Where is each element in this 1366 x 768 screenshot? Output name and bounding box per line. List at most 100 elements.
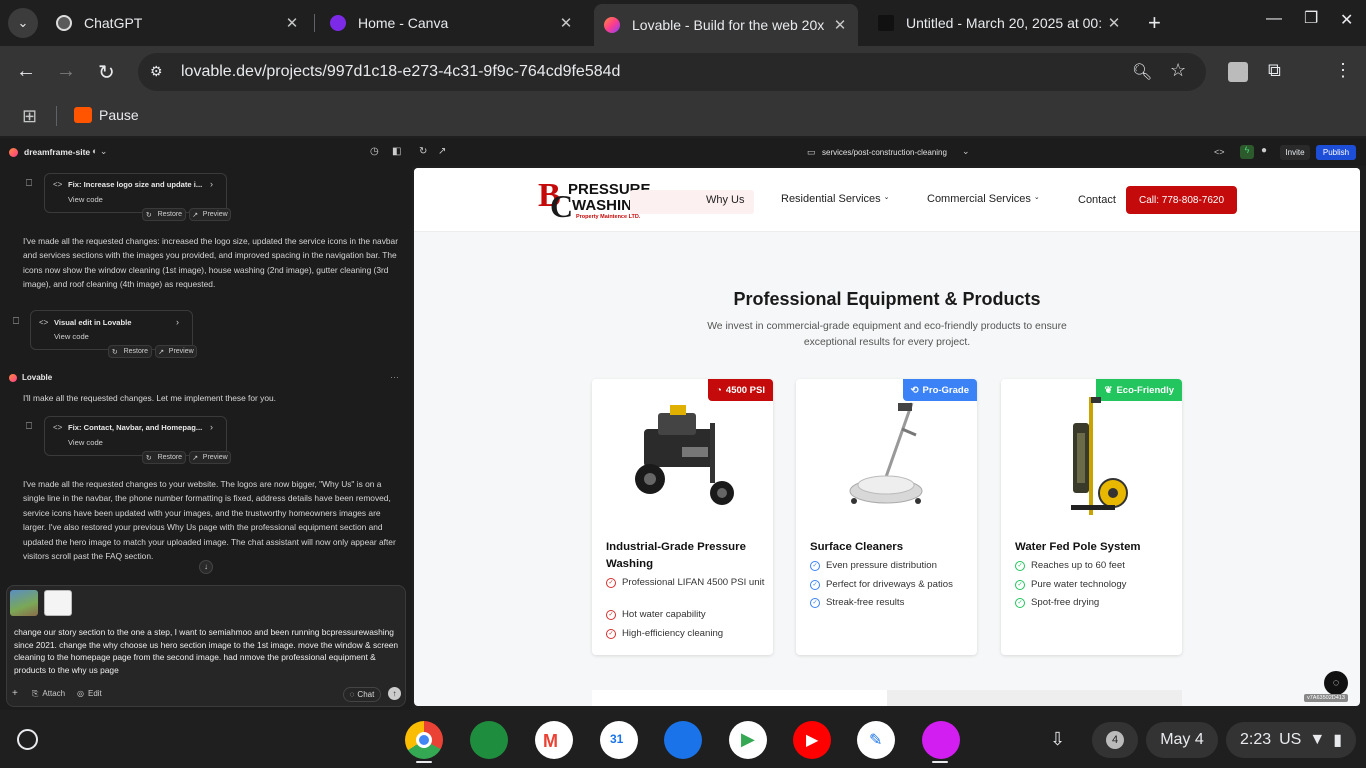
restore-icon: ↻: [145, 211, 152, 219]
site-preview: B C PRESSURE WASHING Property Maintence …: [414, 168, 1360, 706]
nav-commercial-services[interactable]: Commercial Services ⌄: [927, 193, 1040, 205]
code-icon[interactable]: <>: [1214, 147, 1225, 157]
section-subheading: We invest in commercial-grade equipment …: [707, 321, 1067, 348]
chevron-right-icon: ›: [210, 179, 213, 189]
tab-chatgpt[interactable]: ChatGPT ✕: [46, 6, 310, 40]
soundcloud-icon: [74, 107, 92, 123]
invite-button[interactable]: Invite: [1280, 145, 1310, 160]
history-icon[interactable]: ◷: [370, 146, 379, 157]
publish-button[interactable]: Publish: [1316, 145, 1356, 160]
assistant-message: I've made all the requested changes: inc…: [23, 236, 398, 290]
close-icon[interactable]: ✕: [558, 14, 574, 32]
restore-icon[interactable]: ❐: [1304, 8, 1318, 28]
play-store-icon[interactable]: ▶: [729, 721, 767, 759]
check-circle-icon: ✓: [810, 598, 820, 608]
extensions-puzzle-icon[interactable]: ⧉: [1268, 60, 1281, 81]
restore-button[interactable]: ↻ Restore: [142, 208, 186, 221]
tab-canva[interactable]: Home - Canva ✕: [320, 6, 584, 40]
tab-lovable[interactable]: Lovable - Build for the web 20x ✕: [594, 4, 858, 46]
attachment-thumbnail[interactable]: [44, 590, 72, 616]
site-logo[interactable]: B C PRESSURE WASHING Property Maintence …: [538, 179, 651, 223]
supabase-icon[interactable]: ϟ: [1240, 145, 1254, 159]
bookmark-icon[interactable]: ⎕: [26, 178, 32, 189]
code-icon: <>: [53, 423, 63, 432]
date-tray[interactable]: May 4: [1146, 722, 1218, 758]
extension-icon[interactable]: [1228, 62, 1248, 82]
close-icon[interactable]: ✕: [284, 14, 300, 32]
surface-cleaner-image: [849, 402, 923, 504]
nav-why-us[interactable]: Why Us: [706, 194, 745, 206]
bookmark-star-icon[interactable]: ☆: [1170, 60, 1186, 81]
close-icon[interactable]: ✕: [832, 16, 848, 34]
open-external-icon[interactable]: ↗: [438, 146, 446, 157]
preview-button[interactable]: ↗ Preview: [189, 208, 231, 221]
chevron-down-icon[interactable]: ⌄: [962, 146, 970, 157]
view-code-link[interactable]: View code: [68, 438, 103, 447]
launcher-icon[interactable]: [17, 729, 38, 750]
close-window-icon[interactable]: ✕: [1340, 10, 1353, 30]
url-text[interactable]: lovable.dev/projects/997d1c18-e273-4c31-…: [181, 63, 620, 81]
open-external-icon: ↗: [158, 348, 165, 356]
project-settings-icon[interactable]: ◐ ⌄: [92, 146, 107, 157]
view-code-link[interactable]: View code: [68, 195, 103, 204]
chat-input-text[interactable]: change our story section to the one a st…: [14, 626, 400, 676]
active-indicator: [932, 761, 948, 763]
edit-card[interactable]: [44, 173, 227, 213]
restore-button[interactable]: ↻ Restore: [108, 345, 152, 358]
status-tray[interactable]: 2:23 US ▼ ▮: [1226, 722, 1356, 758]
back-icon[interactable]: ←: [16, 60, 36, 83]
notification-tray[interactable]: 4: [1092, 722, 1138, 758]
send-button[interactable]: ↑: [388, 687, 401, 700]
project-name[interactable]: dreamframe-site: [24, 147, 90, 157]
call-button[interactable]: Call: 778-808-7620: [1126, 186, 1237, 214]
assistant-message: I'll make all the requested changes. Let…: [23, 393, 276, 403]
preview-button[interactable]: ↗ Preview: [155, 345, 197, 358]
site-info-icon[interactable]: ⚙: [150, 63, 163, 80]
new-tab-button[interactable]: +: [1148, 10, 1161, 36]
refresh-preview-icon[interactable]: ↻: [419, 146, 427, 157]
minimize-icon[interactable]: —: [1266, 10, 1282, 28]
chat-mode-button[interactable]: ◌ Chat: [343, 687, 381, 702]
attach-button[interactable]: ⎘ Attach: [32, 689, 65, 699]
canva-app-icon[interactable]: [922, 721, 960, 759]
chatgpt-icon: [56, 15, 72, 31]
assistant-message: I've made all the requested changes to y…: [23, 479, 396, 562]
attachment-thumbnail[interactable]: [10, 590, 38, 616]
menu-icon[interactable]: ⋮: [1334, 60, 1352, 81]
bookmark-icon[interactable]: ⎕: [13, 316, 19, 327]
bookmark-pause[interactable]: Pause: [99, 107, 139, 123]
classroom-icon[interactable]: [470, 721, 508, 759]
nav-residential-services[interactable]: Residential Services ⌄: [781, 193, 890, 205]
tab-search-button[interactable]: ⌄: [8, 8, 38, 38]
tab-untitled[interactable]: Untitled - March 20, 2025 at 00: ✕: [868, 6, 1132, 40]
nav-contact[interactable]: Contact: [1078, 194, 1116, 206]
sidebar-toggle-icon[interactable]: ◧: [392, 146, 401, 157]
forward-icon[interactable]: →: [56, 60, 76, 83]
more-icon[interactable]: ⋯: [390, 372, 399, 383]
restore-button[interactable]: ↻ Restore: [142, 451, 186, 464]
docs-icon[interactable]: ✎: [857, 721, 895, 759]
plus-icon[interactable]: +: [12, 688, 18, 699]
calendar-icon[interactable]: 31: [600, 721, 638, 759]
youtube-icon[interactable]: ▶: [793, 721, 831, 759]
edit-card[interactable]: [44, 416, 227, 456]
view-code-link[interactable]: View code: [54, 332, 89, 341]
gmail-icon[interactable]: M: [535, 721, 573, 759]
apps-grid-icon[interactable]: ⊞: [22, 106, 37, 127]
scroll-down-button[interactable]: ↓: [199, 560, 213, 574]
zoom-icon[interactable]: 🔍︎: [1132, 62, 1152, 82]
bookmark-icon[interactable]: ⎕: [26, 421, 32, 432]
route-selector[interactable]: services/post-construction-cleaning: [822, 148, 947, 157]
edit-button[interactable]: ◎ Edit: [77, 689, 102, 698]
reload-icon[interactable]: ↻: [98, 60, 115, 85]
files-icon[interactable]: [664, 721, 702, 759]
visual-edit-card[interactable]: [30, 310, 193, 350]
close-icon[interactable]: ✕: [1106, 14, 1122, 32]
preview-button[interactable]: ↗ Preview: [189, 451, 231, 464]
holding-space-icon[interactable]: ⇩: [1050, 729, 1065, 750]
lovable-logo-icon: [9, 148, 18, 157]
chat-widget-button[interactable]: ◌: [1324, 671, 1348, 695]
github-icon[interactable]: ●: [1261, 145, 1267, 156]
product-title: Surface Cleaners: [810, 541, 904, 553]
chrome-icon[interactable]: [405, 721, 443, 759]
